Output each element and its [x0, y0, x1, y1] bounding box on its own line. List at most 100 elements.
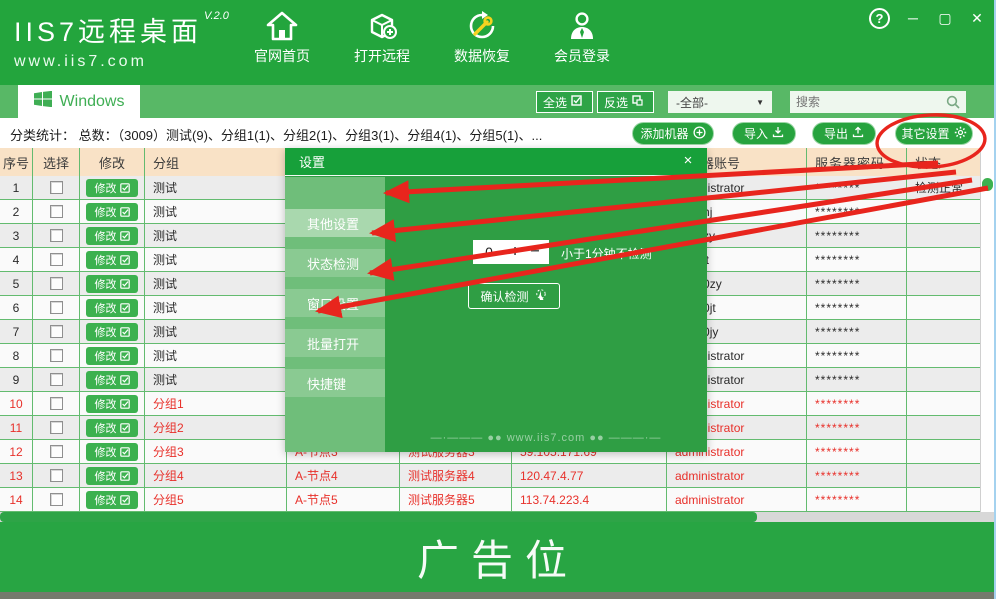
row-checkbox[interactable]	[50, 253, 63, 266]
edit-button[interactable]: 修改	[86, 443, 138, 461]
horizontal-scrollbar[interactable]	[0, 512, 996, 522]
logo-version: V.2.0	[204, 10, 229, 22]
settings-dialog-titlebar: 设置 ×	[285, 148, 707, 176]
row-select-cell	[33, 464, 80, 487]
edit-button[interactable]: 修改	[86, 179, 138, 197]
row-select-cell	[33, 224, 80, 247]
edit-button-label: 修改	[95, 492, 117, 508]
select-all-button[interactable]: 全选	[536, 91, 593, 113]
search-input[interactable]	[796, 95, 942, 109]
cell-group: 测试	[145, 248, 287, 271]
cell-group: 测试	[145, 296, 287, 319]
close-button[interactable]: ✕	[968, 8, 986, 29]
cell-password: ********	[807, 488, 907, 511]
row-number: 3	[0, 224, 33, 247]
edit-check-icon	[120, 255, 130, 265]
settings-menu-window[interactable]: 窗口设置	[285, 289, 385, 317]
other-settings-label: 其它设置	[901, 125, 949, 142]
interval-value[interactable]: 0	[473, 244, 505, 260]
edit-check-icon	[120, 447, 130, 457]
row-checkbox[interactable]	[50, 349, 63, 362]
data-recover-icon	[466, 8, 498, 44]
nav-label: 数据恢复	[454, 46, 510, 66]
invert-select-button[interactable]: 反选	[597, 91, 654, 113]
edit-check-icon	[120, 399, 130, 409]
row-edit-cell: 修改	[80, 296, 145, 319]
edit-button[interactable]: 修改	[86, 347, 138, 365]
confirm-check-button[interactable]: 确认检测	[468, 283, 560, 309]
nav-data-recover[interactable]: 数据恢复	[432, 8, 532, 72]
settings-menu-hotkey[interactable]: 快捷键	[285, 369, 385, 397]
row-checkbox[interactable]	[50, 301, 63, 314]
settings-menu-batch-open[interactable]: 批量打开	[285, 329, 385, 357]
export-label: 导出	[824, 125, 848, 142]
export-button[interactable]: 导出	[812, 122, 876, 145]
remote-cube-icon	[366, 8, 398, 44]
edit-button[interactable]: 修改	[86, 251, 138, 269]
nav-member-login[interactable]: 会员登录	[532, 8, 632, 72]
edit-button[interactable]: 修改	[86, 323, 138, 341]
import-button[interactable]: 导入	[732, 122, 796, 145]
settings-menu-other[interactable]: 其他设置	[285, 209, 385, 237]
edit-button-label: 修改	[95, 420, 117, 436]
row-number: 8	[0, 344, 33, 367]
other-settings-button[interactable]: 其它设置	[895, 122, 973, 145]
row-number: 10	[0, 392, 33, 415]
edit-button[interactable]: 修改	[86, 275, 138, 293]
group-filter-dropdown[interactable]: -全部- ▼	[668, 91, 772, 113]
add-machine-button[interactable]: 添加机器	[632, 122, 714, 145]
row-checkbox[interactable]	[50, 493, 63, 506]
row-checkbox[interactable]	[50, 325, 63, 338]
row-checkbox[interactable]	[50, 397, 63, 410]
edit-button[interactable]: 修改	[86, 299, 138, 317]
row-checkbox[interactable]	[50, 445, 63, 458]
row-number: 12	[0, 440, 33, 463]
edit-button-label: 修改	[95, 252, 117, 268]
help-button[interactable]: ?	[869, 8, 890, 29]
row-checkbox[interactable]	[50, 277, 63, 290]
header-nav: 官网首页 打开远程 数据恢复 会员登录	[232, 8, 632, 72]
cell-status	[907, 344, 980, 367]
tab-windows[interactable]: Windows	[18, 85, 140, 118]
edit-button[interactable]: 修改	[86, 371, 138, 389]
row-checkbox[interactable]	[50, 373, 63, 386]
col-header-password: 服务器密码	[807, 148, 907, 176]
checkbox-checked-icon	[571, 95, 582, 109]
row-edit-cell: 修改	[80, 392, 145, 415]
edit-button-label: 修改	[95, 204, 117, 220]
row-select-cell	[33, 368, 80, 391]
row-checkbox[interactable]	[50, 181, 63, 194]
cell-group: 测试	[145, 200, 287, 223]
decrement-button[interactable]: −	[525, 241, 545, 263]
settings-dialog-close-icon[interactable]: ×	[679, 152, 697, 169]
vertical-scrollbar-thumb[interactable]	[982, 178, 993, 191]
search-icon[interactable]	[946, 95, 960, 109]
horizontal-scrollbar-thumb[interactable]	[0, 512, 757, 522]
edit-check-icon	[120, 231, 130, 241]
edit-button-label: 修改	[95, 444, 117, 460]
edit-button[interactable]: 修改	[86, 227, 138, 245]
edit-button[interactable]: 修改	[86, 203, 138, 221]
edit-button[interactable]: 修改	[86, 395, 138, 413]
minimize-button[interactable]: ─	[904, 8, 922, 29]
interval-hint: 小于1分钟不检测	[561, 245, 652, 262]
cell-password: ********	[807, 320, 907, 343]
row-edit-cell: 修改	[80, 440, 145, 463]
increment-button[interactable]: +	[505, 241, 525, 263]
nav-open-remote[interactable]: 打开远程	[332, 8, 432, 72]
maximize-button[interactable]: ▢	[936, 8, 954, 29]
settings-dialog-title: 设置	[299, 152, 325, 171]
nav-home[interactable]: 官网首页	[232, 8, 332, 72]
row-checkbox[interactable]	[50, 229, 63, 242]
import-label: 导入	[744, 125, 768, 142]
settings-menu-status-check[interactable]: 状态检测	[285, 249, 385, 277]
edit-button[interactable]: 修改	[86, 467, 138, 485]
vertical-scrollbar[interactable]	[980, 148, 994, 512]
edit-button[interactable]: 修改	[86, 419, 138, 437]
row-select-cell	[33, 248, 80, 271]
cell-password: ********	[807, 368, 907, 391]
row-checkbox[interactable]	[50, 205, 63, 218]
row-checkbox[interactable]	[50, 469, 63, 482]
edit-button[interactable]: 修改	[86, 491, 138, 509]
row-checkbox[interactable]	[50, 421, 63, 434]
